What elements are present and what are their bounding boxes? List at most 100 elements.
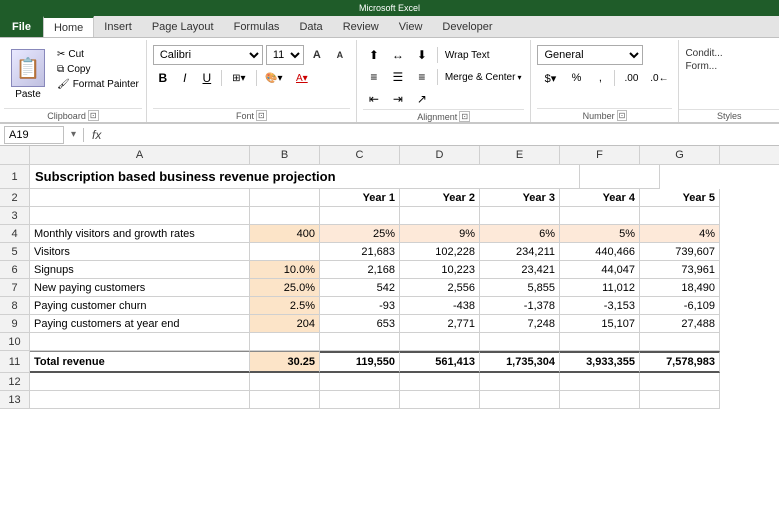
- font-size-select[interactable]: 11: [266, 45, 304, 65]
- font-expand-icon[interactable]: ⊡: [256, 110, 267, 121]
- tab-formulas[interactable]: Formulas: [224, 16, 290, 37]
- cell-G1[interactable]: [580, 165, 660, 189]
- cell-A8[interactable]: Paying customer churn: [30, 297, 250, 315]
- cell-D9[interactable]: 2,771: [400, 315, 480, 333]
- fill-color-button[interactable]: 🎨▾: [261, 68, 287, 88]
- italic-button[interactable]: I: [175, 68, 195, 88]
- cell-E4[interactable]: 6%: [480, 225, 560, 243]
- cell-C4[interactable]: 25%: [320, 225, 400, 243]
- cell-A2[interactable]: [30, 189, 250, 207]
- cell-B9[interactable]: 204: [250, 315, 320, 333]
- cell-D6[interactable]: 10,223: [400, 261, 480, 279]
- cell-B7[interactable]: 25.0%: [250, 279, 320, 297]
- cell-A9[interactable]: Paying customers at year end: [30, 315, 250, 333]
- percent-button[interactable]: %: [565, 68, 587, 88]
- underline-button[interactable]: U: [197, 68, 217, 88]
- cell-C11[interactable]: 119,550: [320, 351, 400, 373]
- col-header-C[interactable]: C: [320, 146, 400, 164]
- cell-C8[interactable]: -93: [320, 297, 400, 315]
- row-header[interactable]: 12: [0, 373, 30, 391]
- cell-E6[interactable]: 23,421: [480, 261, 560, 279]
- row-header[interactable]: 7: [0, 279, 30, 297]
- tab-page-layout[interactable]: Page Layout: [142, 16, 224, 37]
- font-shrink-button[interactable]: A: [330, 45, 350, 65]
- align-left-button[interactable]: ≡: [363, 67, 385, 87]
- number-expand-icon[interactable]: ⊡: [617, 110, 628, 121]
- tab-data[interactable]: Data: [289, 16, 332, 37]
- tab-developer[interactable]: Developer: [432, 16, 502, 37]
- cut-button[interactable]: ✂ Cut: [54, 48, 142, 61]
- tab-home[interactable]: Home: [43, 16, 94, 37]
- cell-F9[interactable]: 15,107: [560, 315, 640, 333]
- currency-button[interactable]: $▾: [537, 68, 563, 88]
- font-color-button[interactable]: A▾: [289, 68, 315, 88]
- col-header-A[interactable]: A: [30, 146, 250, 164]
- cell-G7[interactable]: 18,490: [640, 279, 720, 297]
- col-header-E[interactable]: E: [480, 146, 560, 164]
- cell-D4[interactable]: 9%: [400, 225, 480, 243]
- cell-B5[interactable]: [250, 243, 320, 261]
- cell-A4[interactable]: Monthly visitors and growth rates: [30, 225, 250, 243]
- text-direction-button[interactable]: ↗: [411, 89, 433, 109]
- cell-F8[interactable]: -3,153: [560, 297, 640, 315]
- tab-view[interactable]: View: [389, 16, 433, 37]
- row-header[interactable]: 3: [0, 207, 30, 225]
- cell-B2[interactable]: [250, 189, 320, 207]
- alignment-expand-icon[interactable]: ⊡: [459, 111, 470, 122]
- cell-C7[interactable]: 542: [320, 279, 400, 297]
- decrease-decimal-button[interactable]: .0←: [646, 68, 672, 88]
- cell-D2[interactable]: Year 2: [400, 189, 480, 207]
- row-header[interactable]: 2: [0, 189, 30, 207]
- clipboard-expand-icon[interactable]: ⊡: [88, 110, 99, 121]
- increase-decimal-button[interactable]: .00: [618, 68, 644, 88]
- cell-B11[interactable]: 30.25: [250, 351, 320, 373]
- cell-D7[interactable]: 2,556: [400, 279, 480, 297]
- cell-D8[interactable]: -438: [400, 297, 480, 315]
- cell-A7[interactable]: New paying customers: [30, 279, 250, 297]
- font-name-select[interactable]: Calibri: [153, 45, 263, 65]
- cell-E8[interactable]: -1,378: [480, 297, 560, 315]
- cell-G2[interactable]: Year 5: [640, 189, 720, 207]
- cell-F6[interactable]: 44,047: [560, 261, 640, 279]
- cell-A11[interactable]: Total revenue: [30, 351, 250, 373]
- cell-F7[interactable]: 11,012: [560, 279, 640, 297]
- cell-A1[interactable]: Subscription based business revenue proj…: [30, 165, 580, 189]
- wrap-text-button[interactable]: Wrap Text: [442, 45, 493, 65]
- cell-F11[interactable]: 3,933,355: [560, 351, 640, 373]
- align-top-button[interactable]: ⬆: [363, 45, 385, 65]
- cell-C6[interactable]: 2,168: [320, 261, 400, 279]
- cell-C9[interactable]: 653: [320, 315, 400, 333]
- cell-G11[interactable]: 7,578,983: [640, 351, 720, 373]
- formula-input[interactable]: [109, 126, 775, 144]
- cell-A6[interactable]: Signups: [30, 261, 250, 279]
- row-header[interactable]: 4: [0, 225, 30, 243]
- col-header-F[interactable]: F: [560, 146, 640, 164]
- border-button[interactable]: ⊞▾: [226, 68, 252, 88]
- tab-file[interactable]: File: [0, 16, 43, 37]
- cell-F4[interactable]: 5%: [560, 225, 640, 243]
- formula-expand-button[interactable]: ▾: [68, 129, 79, 140]
- cell-A5[interactable]: Visitors: [30, 243, 250, 261]
- align-bottom-button[interactable]: ⬇: [411, 45, 433, 65]
- row-header[interactable]: 5: [0, 243, 30, 261]
- row-header[interactable]: 11: [0, 351, 30, 373]
- cell-E5[interactable]: 234,211: [480, 243, 560, 261]
- cell-D5[interactable]: 102,228: [400, 243, 480, 261]
- cell-reference-box[interactable]: A19: [4, 126, 64, 144]
- col-header-B[interactable]: B: [250, 146, 320, 164]
- row-header[interactable]: 13: [0, 391, 30, 409]
- number-format-select[interactable]: General: [537, 45, 643, 65]
- row-header[interactable]: 9: [0, 315, 30, 333]
- col-header-G[interactable]: G: [640, 146, 720, 164]
- copy-button[interactable]: ⧉ Copy: [54, 63, 142, 76]
- cell-C2[interactable]: Year 1: [320, 189, 400, 207]
- cell-F5[interactable]: 440,466: [560, 243, 640, 261]
- cell-E11[interactable]: 1,735,304: [480, 351, 560, 373]
- decrease-indent-button[interactable]: ⇤: [363, 89, 385, 109]
- align-right-button[interactable]: ≡: [411, 67, 433, 87]
- col-header-D[interactable]: D: [400, 146, 480, 164]
- cell-G6[interactable]: 73,961: [640, 261, 720, 279]
- align-center-button[interactable]: ☰: [387, 67, 409, 87]
- row-header[interactable]: 10: [0, 333, 30, 351]
- merge-center-button[interactable]: Merge & Center ▾: [442, 67, 525, 87]
